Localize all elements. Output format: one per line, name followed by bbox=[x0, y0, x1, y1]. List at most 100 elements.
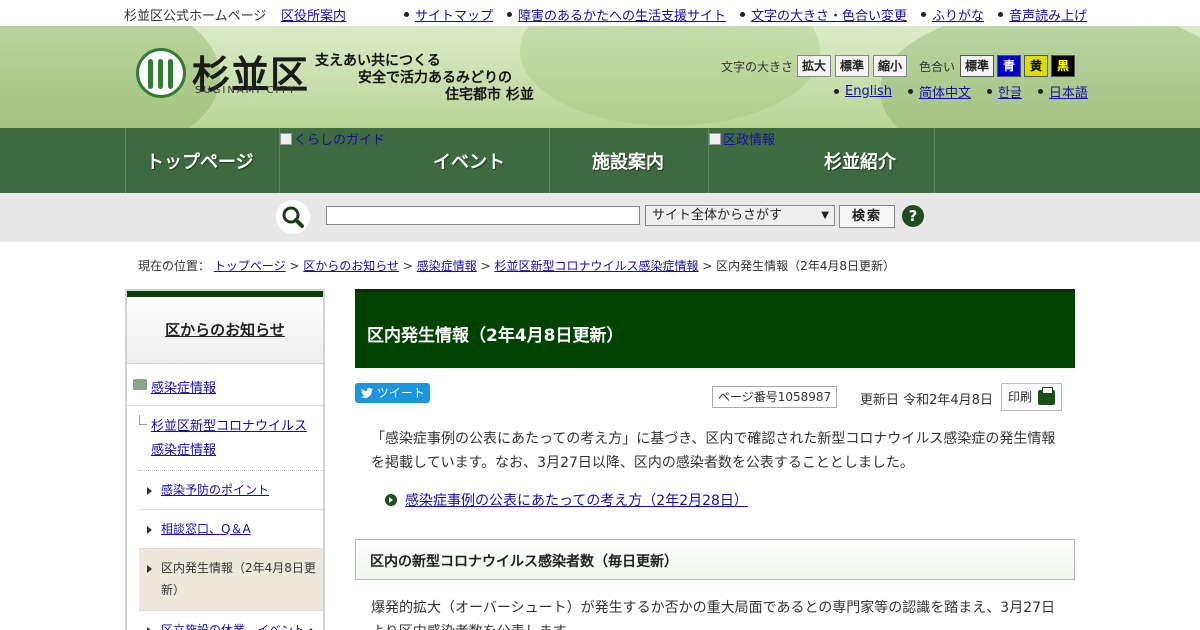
font-shrink-button[interactable]: 縮小 bbox=[873, 55, 907, 77]
furigana-label[interactable]: ふりがな bbox=[932, 5, 984, 24]
tree-corner-icon bbox=[139, 415, 147, 425]
bullet-icon bbox=[740, 12, 746, 17]
sidebar-item-label[interactable]: 感染症情報 bbox=[151, 377, 216, 396]
nav-kurashi-guide-link[interactable]: くらしのガイド bbox=[280, 129, 385, 148]
font-standard-button[interactable]: 標準 bbox=[835, 55, 869, 77]
disability-support-label[interactable]: 障害のあるかたへの生活支援サイト bbox=[518, 5, 726, 24]
nav-about-label[interactable]: 杉並紹介 bbox=[824, 148, 896, 174]
printer-icon bbox=[1038, 387, 1055, 405]
logo-stripe bbox=[168, 59, 173, 89]
sidebar: 区からのお知らせ 感染症情報 杉並区新型コロナウイルス感染症情報 感染予防のポイ… bbox=[125, 289, 325, 630]
related-link[interactable]: 感染症事例の公表にあたっての考え方（2年2月28日） bbox=[385, 490, 748, 510]
sidebar-item-facility-closure[interactable]: 区立施設の休業、イベント・ bbox=[139, 611, 323, 630]
sidebar-heading[interactable]: 区からのお知らせ bbox=[127, 297, 323, 364]
breadcrumb-covid-info[interactable]: 杉並区新型コロナウイルス感染症情報 bbox=[494, 259, 698, 273]
triangle-right-icon bbox=[147, 487, 152, 495]
lang-korean-label[interactable]: 한글 bbox=[998, 82, 1022, 101]
breadcrumb-infectious-disease[interactable]: 感染症情報 bbox=[417, 259, 477, 273]
nav-top-page-label[interactable]: トップページ bbox=[146, 148, 254, 174]
logo-stripe bbox=[148, 59, 153, 89]
language-links: English 简体中文 한글 日本語 bbox=[834, 82, 1088, 101]
utility-links: サイトマップ 障害のあるかたへの生活支援サイト 文字の大きさ・色合い変更 ふりが… bbox=[404, 5, 1087, 24]
sidebar-item-consultation[interactable]: 相談窓口、Q＆A bbox=[139, 510, 323, 549]
furigana-link[interactable]: ふりがな bbox=[921, 5, 984, 24]
sitemap-link[interactable]: サイトマップ bbox=[404, 5, 493, 24]
lang-chinese-label[interactable]: 简体中文 bbox=[919, 82, 971, 101]
nav-event-label[interactable]: イベント bbox=[433, 148, 505, 174]
search-scope-select[interactable]: サイト全体からさがす ▼ bbox=[645, 205, 835, 226]
twitter-bird-icon bbox=[361, 388, 373, 398]
search-input[interactable] bbox=[326, 206, 640, 225]
nav-facilities-label[interactable]: 施設案内 bbox=[592, 148, 664, 174]
sidebar-item-label[interactable]: 感染予防のポイント bbox=[161, 479, 317, 501]
sidebar-item-infectious-disease[interactable]: 感染症情報 bbox=[127, 365, 323, 406]
text-size-color-link[interactable]: 文字の大きさ・色合い変更 bbox=[740, 5, 907, 24]
bullet-icon bbox=[1037, 89, 1043, 94]
search-button[interactable]: 検索 bbox=[839, 205, 895, 228]
nav-facilities[interactable]: 施設案内 bbox=[549, 128, 708, 193]
lang-japanese-link[interactable]: 日本語 bbox=[1037, 82, 1088, 101]
site-header: 杉並区 SUGINAMI CITY 支えあい共につくる 安全で活力あるみどりの … bbox=[0, 26, 1200, 128]
print-button[interactable]: 印刷 bbox=[1001, 383, 1062, 411]
office-guide-link[interactable]: 区役所案内 bbox=[281, 5, 346, 24]
sidebar-item-prevention[interactable]: 感染予防のポイント bbox=[139, 471, 323, 510]
section-heading: 区内の新型コロナウイルス感染者数（毎日更新） bbox=[370, 554, 678, 570]
color-blue-button[interactable]: 青 bbox=[997, 55, 1021, 77]
breadcrumb-top[interactable]: トップページ bbox=[214, 259, 286, 273]
triangle-right-icon bbox=[147, 565, 152, 573]
search-bar: サイト全体からさがす ▼ 検索 ? bbox=[0, 193, 1200, 242]
lang-korean-link[interactable]: 한글 bbox=[986, 82, 1022, 101]
chevron-down-icon: ▼ bbox=[821, 210, 829, 221]
arrow-circle-icon bbox=[385, 494, 397, 506]
nav-kurashi-guide-label[interactable]: くらしのガイド bbox=[294, 129, 385, 148]
section-paragraph: 爆発的拡大（オーバーシュート）が発生するか否かの重大局面であるとの専門家等の認識… bbox=[371, 600, 1056, 630]
broken-image-icon bbox=[709, 132, 721, 145]
updated-date: 更新日 令和2年4月8日 bbox=[860, 393, 993, 408]
tweet-button[interactable]: ツイート bbox=[355, 383, 430, 403]
folder-icon bbox=[133, 379, 147, 390]
logo-stripe bbox=[158, 59, 163, 89]
sidebar-item-label[interactable]: 相談窓口、Q＆A bbox=[161, 518, 317, 540]
sidebar-item-outbreak-current[interactable]: 区内発生情報（2年4月8日更新） bbox=[139, 549, 323, 611]
sidebar-item-label[interactable]: 杉並区新型コロナウイルス感染症情報 bbox=[151, 415, 311, 463]
color-label: 色合い bbox=[919, 60, 956, 74]
global-nav: トップページ くらしのガイド イベント 施設案内 区政情報 杉並紹介 bbox=[0, 128, 1200, 193]
print-label[interactable]: 印刷 bbox=[1008, 390, 1032, 404]
read-aloud-label[interactable]: 音声読み上げ bbox=[1009, 5, 1087, 24]
sidebar-item-covid-info[interactable]: 杉並区新型コロナウイルス感染症情報 bbox=[139, 407, 323, 471]
logo-emblem-icon[interactable] bbox=[136, 48, 186, 98]
triangle-right-icon bbox=[147, 526, 152, 534]
breadcrumb-notices[interactable]: 区からのお知らせ bbox=[303, 259, 399, 273]
site-title: 杉並区公式ホームページ bbox=[124, 9, 267, 24]
sitemap-label[interactable]: サイトマップ bbox=[415, 5, 493, 24]
logo-subtitle: SUGINAMI CITY bbox=[195, 85, 297, 96]
lang-english-label[interactable]: English bbox=[845, 84, 892, 99]
bullet-icon bbox=[986, 89, 992, 94]
search-scope-value: サイト全体からさがす bbox=[652, 208, 783, 223]
sidebar-item-label: 区内発生情報（2年4月8日更新） bbox=[161, 561, 316, 597]
intro-paragraph: 「感染症事例の公表にあたっての考え方」に基づき、区内で確認された新型コロナウイル… bbox=[371, 431, 1056, 471]
nav-kusei-shokai[interactable]: 区政情報 杉並紹介 bbox=[708, 128, 935, 193]
breadcrumb-label: 現在の位置： bbox=[138, 259, 211, 273]
nav-kusei-info-link[interactable]: 区政情報 bbox=[709, 129, 775, 148]
lang-english-link[interactable]: English bbox=[834, 82, 892, 101]
font-enlarge-button[interactable]: 拡大 bbox=[797, 55, 831, 77]
lang-japanese-label[interactable]: 日本語 bbox=[1049, 82, 1088, 101]
foliage-decoration bbox=[0, 26, 220, 128]
help-icon[interactable]: ? bbox=[902, 205, 924, 227]
text-size-color-label[interactable]: 文字の大きさ・色合い変更 bbox=[751, 5, 907, 24]
color-yellow-button[interactable]: 黄 bbox=[1024, 55, 1048, 77]
color-standard-button[interactable]: 標準 bbox=[960, 55, 994, 77]
disability-support-link[interactable]: 障害のあるかたへの生活支援サイト bbox=[507, 5, 726, 24]
color-black-button[interactable]: 黒 bbox=[1051, 55, 1075, 77]
nav-kurashi-event[interactable]: くらしのガイド イベント bbox=[279, 128, 549, 193]
nav-kusei-info-label[interactable]: 区政情報 bbox=[723, 129, 775, 148]
foliage-decoration bbox=[880, 26, 1200, 128]
related-link-label[interactable]: 感染症事例の公表にあたっての考え方（2年2月28日） bbox=[405, 490, 748, 510]
lang-chinese-link[interactable]: 简体中文 bbox=[907, 82, 971, 101]
search-icon bbox=[276, 200, 310, 234]
nav-top-page[interactable]: トップページ bbox=[125, 128, 279, 193]
sidebar-item-label[interactable]: 区立施設の休業、イベント・ bbox=[161, 619, 317, 630]
read-aloud-link[interactable]: 音声読み上げ bbox=[998, 5, 1087, 24]
tweet-label[interactable]: ツイート bbox=[377, 386, 425, 400]
